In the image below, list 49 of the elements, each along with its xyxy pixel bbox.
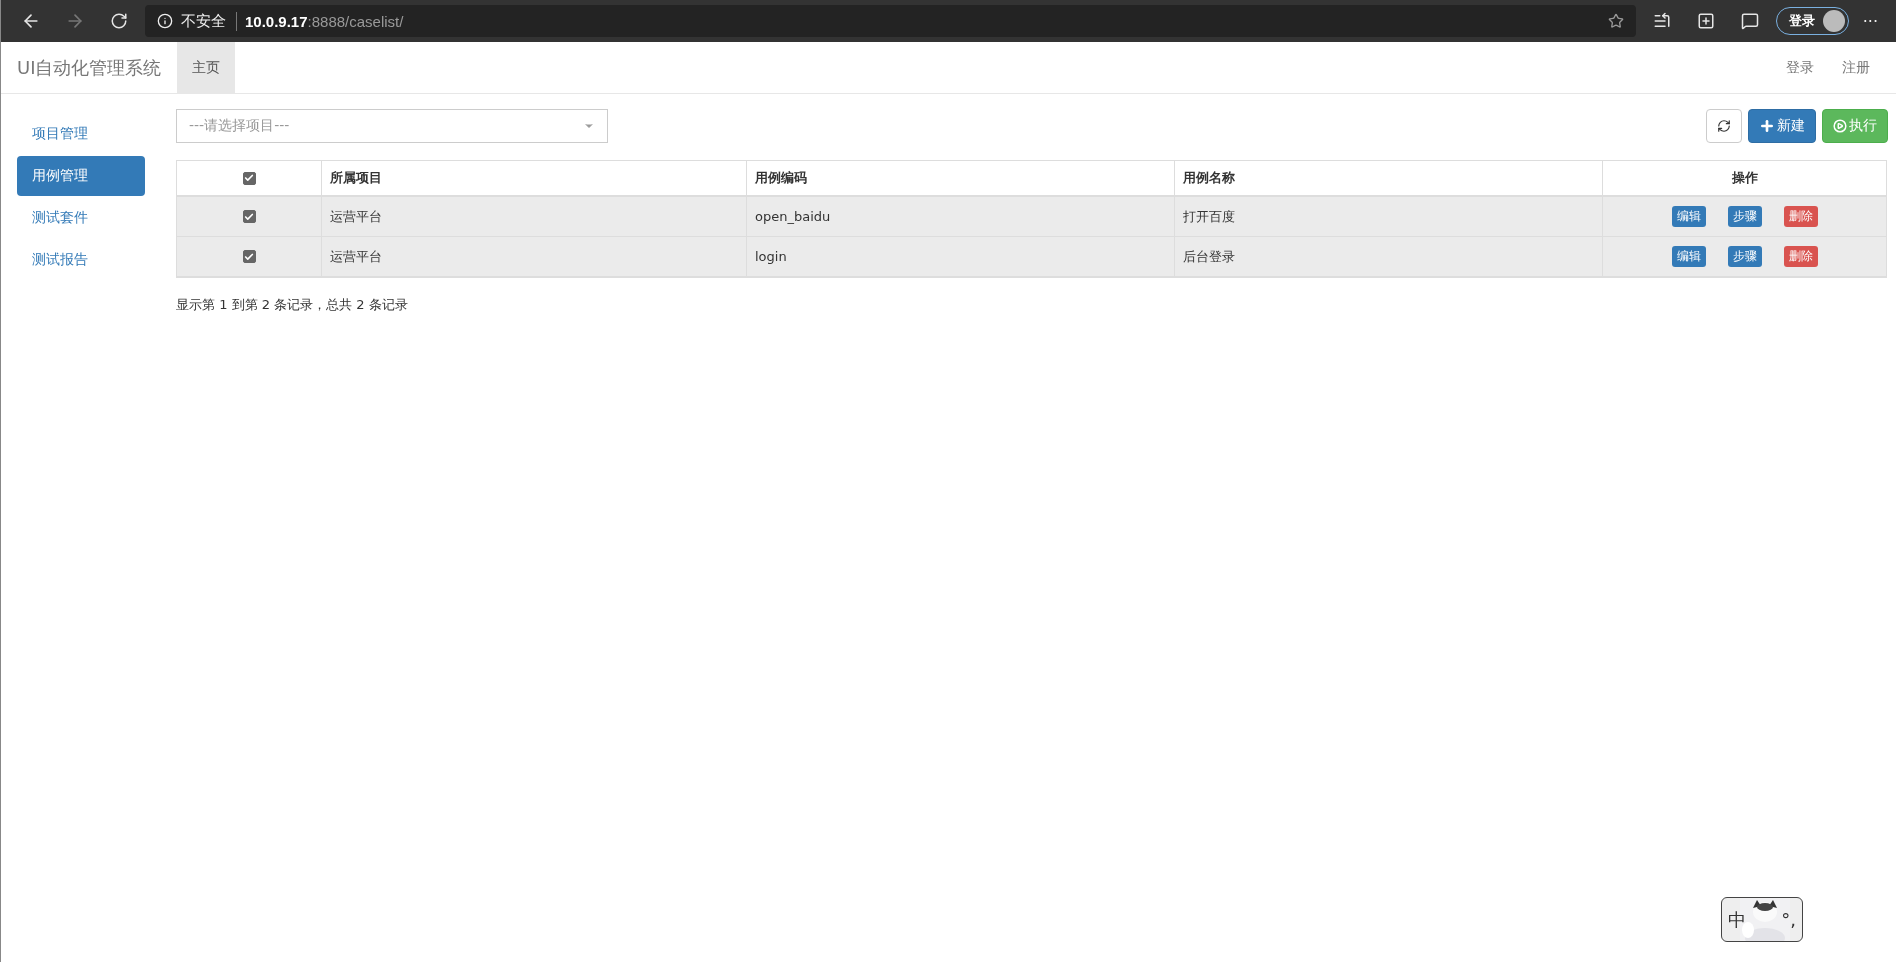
collections-icon[interactable] bbox=[1696, 12, 1715, 30]
run-button[interactable]: 执行 bbox=[1822, 109, 1888, 143]
column-header: 用例名称 bbox=[1174, 161, 1602, 195]
column-header: 所属项目 bbox=[321, 161, 746, 195]
nav-link[interactable]: 登录 bbox=[1772, 42, 1828, 93]
info-icon bbox=[157, 13, 173, 29]
project-select[interactable]: ---请选择项目--- bbox=[176, 109, 608, 143]
ime-punctuation: °, bbox=[1781, 909, 1796, 930]
new-button[interactable]: 新建 bbox=[1748, 109, 1816, 143]
action-button[interactable]: 删除 bbox=[1783, 206, 1818, 227]
table-cell: 后台登录 bbox=[1174, 237, 1602, 276]
nav-link[interactable]: 注册 bbox=[1828, 42, 1884, 93]
reload-icon[interactable] bbox=[110, 12, 128, 30]
address-bar[interactable]: 不安全 10.0.9.17:8888/caselist/ bbox=[145, 5, 1636, 37]
column-header: 用例编码 bbox=[746, 161, 1174, 195]
url-text: 10.0.9.17:8888/caselist/ bbox=[245, 12, 404, 30]
row-checkbox[interactable] bbox=[242, 250, 256, 263]
table-cell: 运营平台 bbox=[321, 197, 746, 236]
nav-tab[interactable]: 主页 bbox=[177, 42, 236, 93]
sidebar-item[interactable]: 测试报告 bbox=[17, 240, 145, 280]
action-button[interactable]: 编辑 bbox=[1671, 246, 1706, 267]
pagination-info: 显示第 1 到第 2 条记录，总共 2 条记录 bbox=[176, 296, 409, 314]
avatar-icon bbox=[1822, 10, 1845, 32]
sidebar-item[interactable]: 测试套件 bbox=[17, 198, 145, 238]
more-button[interactable]: ··· bbox=[1856, 11, 1884, 31]
table-cell: 运营平台 bbox=[321, 237, 746, 276]
brand-title[interactable]: UI自动化管理系统 bbox=[17, 42, 178, 93]
ime-widget[interactable]: 中 °, bbox=[1721, 897, 1803, 942]
star-icon[interactable] bbox=[1607, 13, 1624, 29]
select-all-checkbox[interactable] bbox=[242, 171, 256, 185]
plus-icon bbox=[1759, 118, 1775, 134]
favorites-list-icon[interactable] bbox=[1652, 12, 1671, 30]
refresh-icon bbox=[1717, 119, 1731, 133]
table-cell: 打开百度 bbox=[1174, 197, 1602, 236]
action-button[interactable]: 删除 bbox=[1783, 246, 1818, 267]
play-circle-icon bbox=[1833, 119, 1847, 133]
speech-bubble-icon[interactable] bbox=[1740, 12, 1759, 30]
column-header: 操作 bbox=[1602, 161, 1886, 195]
table-cell: open_baidu bbox=[746, 197, 1174, 236]
action-button[interactable]: 编辑 bbox=[1671, 206, 1706, 227]
refresh-button[interactable] bbox=[1706, 109, 1742, 143]
sidebar-item[interactable]: 项目管理 bbox=[17, 114, 145, 154]
action-button[interactable]: 步骤 bbox=[1727, 206, 1762, 227]
table-cell: login bbox=[746, 237, 1174, 276]
sidebar-item[interactable]: 用例管理 bbox=[17, 156, 145, 196]
row-checkbox[interactable] bbox=[242, 210, 256, 223]
action-button[interactable]: 步骤 bbox=[1727, 246, 1762, 267]
security-label: 不安全 bbox=[181, 11, 237, 31]
ime-mode: 中 bbox=[1728, 907, 1746, 932]
